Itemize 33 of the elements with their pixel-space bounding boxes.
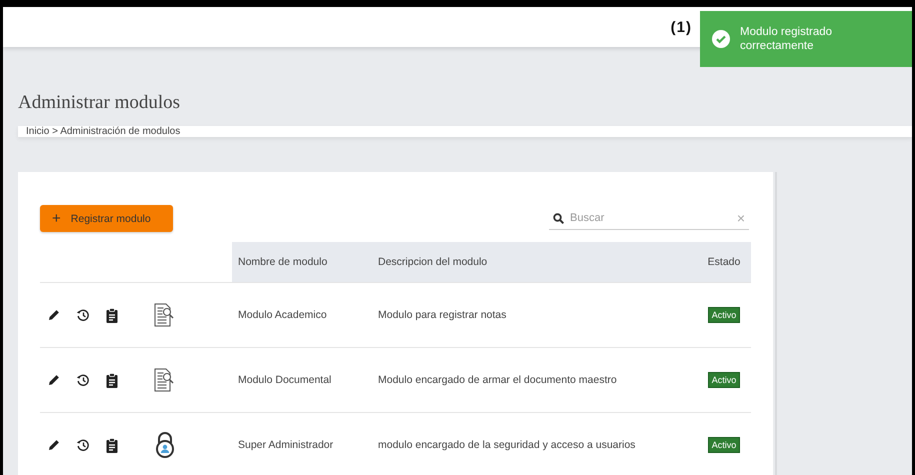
search-icon (553, 212, 564, 224)
clipboard-icon[interactable] (106, 308, 118, 322)
table-cell: Modulo Academico (232, 282, 372, 348)
document-search-icon (154, 368, 174, 392)
column-header: Nombre de modulo (232, 242, 372, 282)
table-cell: Modulo encargado de armar el documento maestro (372, 348, 698, 412)
clipboard-icon[interactable] (106, 372, 118, 388)
column-header: Estado (697, 242, 751, 282)
table-cell: Modulo para registrar notas (372, 282, 698, 348)
document-search-icon (154, 303, 174, 327)
lock-user-icon (154, 432, 176, 458)
table-cell: Modulo Documental (232, 348, 372, 412)
clear-icon[interactable]: × (736, 210, 745, 226)
toast-message: Modulo registrado correctamente (740, 25, 834, 53)
breadcrumb: Inicio > Administración de modulos (26, 126, 180, 137)
status-badge: Activo (708, 307, 740, 323)
register-button[interactable]: + Registrar modulo (40, 205, 173, 232)
search-field[interactable]: Buscar × (549, 207, 749, 230)
column-header: Descripcion del modulo (372, 242, 698, 282)
history-icon[interactable] (76, 308, 90, 322)
pencil-icon[interactable] (48, 309, 60, 321)
table-cell: Super Administrador (232, 412, 372, 475)
status-badge: Activo (708, 372, 740, 388)
history-icon[interactable] (76, 373, 90, 387)
history-icon[interactable] (76, 438, 90, 452)
pencil-icon[interactable] (48, 374, 60, 386)
clipboard-icon[interactable] (106, 438, 118, 452)
annotation-label: (1) (670, 18, 692, 36)
pencil-icon[interactable] (48, 439, 60, 451)
check-circle-icon (712, 30, 730, 48)
table-cell: modulo encargado de la seguridad y acceso a usuarios (372, 412, 698, 475)
status-badge: Activo (708, 437, 740, 453)
page-title: Administrar modulos (18, 92, 182, 114)
